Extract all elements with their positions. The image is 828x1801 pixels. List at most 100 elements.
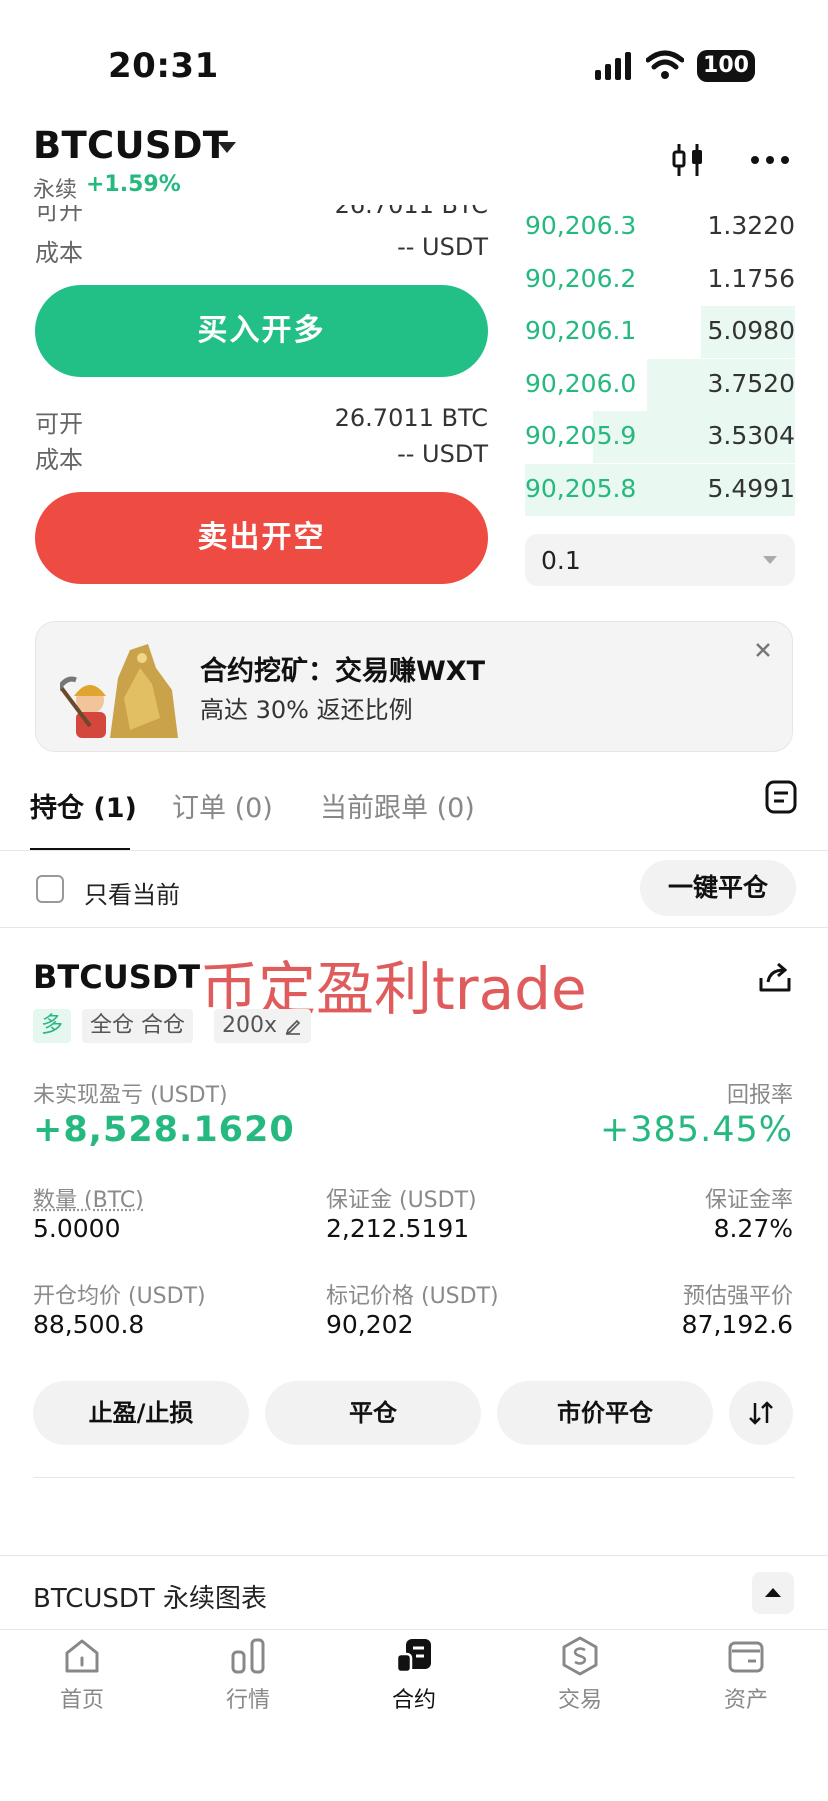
wallet-icon	[728, 1641, 764, 1673]
nav-assets[interactable]: 资产	[691, 1636, 801, 1714]
available-label: 可开	[35, 205, 83, 223]
tab-orders[interactable]: 订单 (0)	[172, 786, 273, 825]
home-icon	[65, 1639, 99, 1673]
quantity-select[interactable]: 0.1	[525, 534, 795, 586]
nav-market-label: 行情	[225, 1688, 270, 1713]
orderbook-row[interactable]: 90,206.1 5.0980	[525, 306, 795, 358]
orderbook-row[interactable]: 90,206.3 1.3220	[525, 201, 795, 253]
nav-futures[interactable]: 合约	[359, 1636, 469, 1714]
margin-label: 保证金 (USDT)	[326, 1188, 477, 1213]
only-current-checkbox[interactable]	[36, 875, 64, 903]
mark-price-value: 90,202	[326, 1310, 414, 1339]
reverse-position-button[interactable]	[729, 1381, 793, 1445]
caret-up-icon	[765, 1587, 781, 1598]
clipped-available-row: 可开 26.7011 BTC	[0, 205, 500, 223]
divider	[0, 850, 828, 851]
sell-available-value: 26.7011 BTC	[334, 404, 488, 432]
margin-rate-value: 8.27%	[713, 1214, 793, 1243]
caret-down-icon[interactable]	[218, 142, 236, 154]
roe-label: 回报率	[726, 1083, 793, 1108]
edit-icon	[285, 1017, 301, 1035]
sell-short-button[interactable]: 卖出开空	[35, 492, 488, 584]
banner-subtitle: 高达 30% 返还比例	[200, 696, 413, 724]
nav-home-label: 首页	[59, 1688, 104, 1713]
tab-positions[interactable]: 持仓 (1)	[30, 786, 137, 825]
symbol-title[interactable]: BTCUSDT	[33, 124, 228, 167]
more-icon[interactable]	[750, 155, 790, 165]
orderbook-row[interactable]: 90,206.0 3.7520	[525, 358, 795, 411]
document-list-icon[interactable]	[765, 780, 797, 814]
side-tag: 多	[33, 1009, 72, 1043]
trade-icon	[562, 1636, 598, 1676]
orderbook-row[interactable]: 90,206.2 1.1756	[525, 254, 795, 306]
qty-label[interactable]: 数量 (BTC)	[33, 1182, 144, 1214]
share-icon[interactable]	[758, 962, 792, 994]
orderbook-qty: 3.5304	[707, 421, 795, 450]
close-position-button[interactable]: 平仓	[265, 1381, 481, 1445]
divider	[33, 1477, 795, 1478]
position-symbol: BTCUSDT	[33, 958, 201, 996]
margin-value: 2,212.5191	[326, 1214, 470, 1243]
gold-miner-illustration	[60, 638, 180, 743]
liq-price-value: 87,192.6	[681, 1310, 793, 1339]
liq-price-label: 预估强平价	[682, 1284, 793, 1309]
margin-rate-label: 保证金率	[704, 1188, 793, 1213]
orderbook-qty: 3.7520	[707, 368, 795, 398]
only-current-label: 只看当前	[84, 881, 180, 909]
wifi-icon	[646, 50, 684, 80]
orderbook-row[interactable]: 90,205.9 3.5304	[525, 411, 795, 463]
nav-home[interactable]: 首页	[27, 1636, 137, 1714]
tab-copy-orders[interactable]: 当前跟单 (0)	[320, 786, 475, 825]
chart-section-title[interactable]: BTCUSDT 永续图表	[33, 1578, 267, 1615]
swap-arrows-icon	[747, 1399, 775, 1427]
nav-trade-label: 交易	[557, 1688, 602, 1713]
orderbook-qty: 5.4991	[707, 473, 795, 503]
orderbook-price: 90,205.9	[525, 421, 637, 450]
mark-price-label: 标记价格 (USDT)	[326, 1284, 499, 1309]
close-all-button[interactable]: 一键平仓	[640, 860, 796, 916]
orderbook-qty: 1.1756	[707, 263, 795, 293]
tp-sl-button[interactable]: 止盈/止损	[33, 1381, 249, 1445]
market-close-button[interactable]: 市价平仓	[497, 1381, 713, 1445]
nav-futures-label: 合约	[391, 1688, 436, 1713]
nav-market[interactable]: 行情	[193, 1636, 303, 1714]
return-rate: +385.45%	[599, 1110, 793, 1150]
sell-cost-value: -- USDT	[397, 440, 488, 468]
close-icon[interactable]	[755, 642, 771, 658]
buy-long-button[interactable]: 买入开多	[35, 285, 488, 377]
sell-cost-label: 成本	[35, 446, 83, 474]
orderbook-price: 90,206.1	[525, 316, 637, 345]
divider	[0, 1629, 828, 1630]
futures-icon	[395, 1639, 431, 1674]
cost-label: 成本	[35, 239, 83, 267]
entry-price-label: 开仓均价 (USDT)	[33, 1284, 206, 1309]
orderbook-row[interactable]: 90,205.8 5.4991	[525, 463, 795, 516]
cost-value: -- USDT	[397, 233, 488, 261]
entry-price-value: 88,500.8	[33, 1310, 145, 1339]
orderbook-price: 90,205.8	[525, 473, 637, 503]
candlestick-icon[interactable]	[670, 142, 706, 178]
banner-title: 合约挖矿：交易赚WXT	[200, 656, 486, 687]
leverage-tag[interactable]: 200x	[214, 1009, 312, 1043]
sell-available-label: 可开	[35, 410, 83, 438]
contract-type: 永续	[33, 178, 78, 203]
divider	[0, 927, 828, 928]
expand-chart-button[interactable]	[752, 1572, 794, 1614]
qty-value: 5.0000	[33, 1214, 121, 1243]
orderbook-price: 90,206.0	[525, 368, 637, 398]
margin-mode-tag: 全仓 合仓	[82, 1009, 193, 1043]
orderbook-price: 90,206.3	[525, 211, 637, 240]
orderbook-qty: 1.3220	[707, 211, 795, 240]
orderbook-price: 90,206.2	[525, 263, 637, 293]
nav-assets-label: 资产	[723, 1688, 768, 1713]
leverage-value: 200x	[222, 1013, 278, 1038]
dropdown-caret-icon	[763, 556, 777, 565]
battery-indicator: 100	[697, 50, 755, 82]
status-time: 20:31	[108, 46, 219, 86]
unrealized-pnl: +8,528.1620	[33, 1110, 295, 1150]
nav-trade[interactable]: 交易	[525, 1636, 635, 1714]
quantity-value: 0.1	[541, 546, 581, 575]
divider	[0, 1555, 828, 1556]
signal-icon	[595, 52, 635, 80]
pnl-label: 未实现盈亏 (USDT)	[33, 1083, 228, 1108]
